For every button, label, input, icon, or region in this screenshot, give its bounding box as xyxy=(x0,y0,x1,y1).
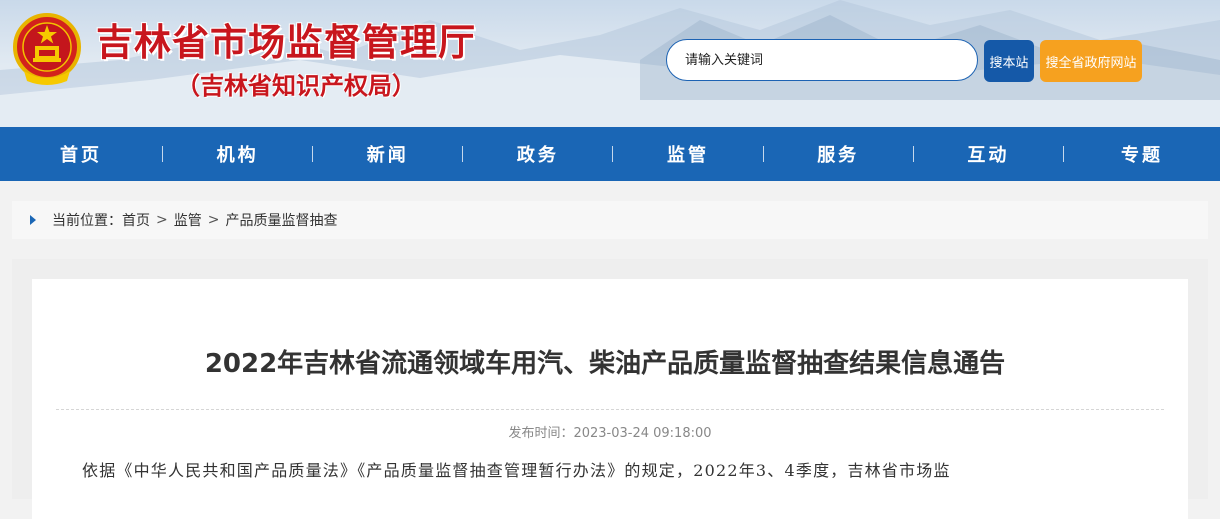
search-input[interactable] xyxy=(683,51,967,69)
nav-item-news[interactable]: 新闻 xyxy=(313,127,462,181)
search-box xyxy=(666,39,978,81)
nav-item-supervision[interactable]: 监管 xyxy=(613,127,762,181)
nav-item-home[interactable]: 首页 xyxy=(0,127,162,181)
title-divider xyxy=(56,409,1164,410)
main-nav: 首页 机构 新闻 政务 监管 服务 互动 专题 xyxy=(0,127,1220,181)
publish-time: 发布时间：2023-03-24 09:18:00 xyxy=(508,426,712,441)
breadcrumb-quality-inspection-link[interactable]: 产品质量监督抽查 xyxy=(225,210,337,230)
breadcrumb-supervision-link[interactable]: 监管 xyxy=(174,210,202,230)
breadcrumb-separator: > xyxy=(207,212,220,228)
caret-right-icon xyxy=(30,215,36,225)
nav-item-government-affairs[interactable]: 政务 xyxy=(463,127,612,181)
article-title: 2022年吉林省流通领域车用汽、柴油产品质量监督抽查结果信息通告 xyxy=(204,349,1006,379)
nav-item-organization[interactable]: 机构 xyxy=(163,127,312,181)
nav-item-topics[interactable]: 专题 xyxy=(1064,127,1220,181)
article-body-text: 依据《中华人民共和国产品质量法》《产品质量监督抽查管理暂行办法》的规定，2022… xyxy=(82,461,951,480)
search-site-button[interactable]: 搜本站 xyxy=(984,40,1034,82)
national-emblem-icon xyxy=(13,13,81,85)
article-container: 2022年吉林省流通领域车用汽、柴油产品质量监督抽查结果信息通告 发布时间：20… xyxy=(12,259,1208,519)
site-header: 吉林省市场监督管理厅 （吉林省知识产权局） 搜本站 搜全省政府网站 xyxy=(0,0,1220,127)
article-card: 2022年吉林省流通领域车用汽、柴油产品质量监督抽查结果信息通告 发布时间：20… xyxy=(32,279,1188,519)
breadcrumb-prefix: 当前位置： xyxy=(52,213,122,229)
search-province-gov-button[interactable]: 搜全省政府网站 xyxy=(1040,40,1142,82)
breadcrumb-separator: > xyxy=(156,212,168,228)
site-title: 吉林省市场监督管理厅 xyxy=(96,20,476,64)
breadcrumb: 当前位置： 首页 > 监管 > 产品质量监督抽查 xyxy=(12,201,1208,239)
breadcrumb-home-link[interactable]: 首页 xyxy=(122,210,150,230)
nav-item-services[interactable]: 服务 xyxy=(764,127,913,181)
site-subtitle: （吉林省知识产权局） xyxy=(176,71,416,100)
nav-item-interaction[interactable]: 互动 xyxy=(914,127,1063,181)
